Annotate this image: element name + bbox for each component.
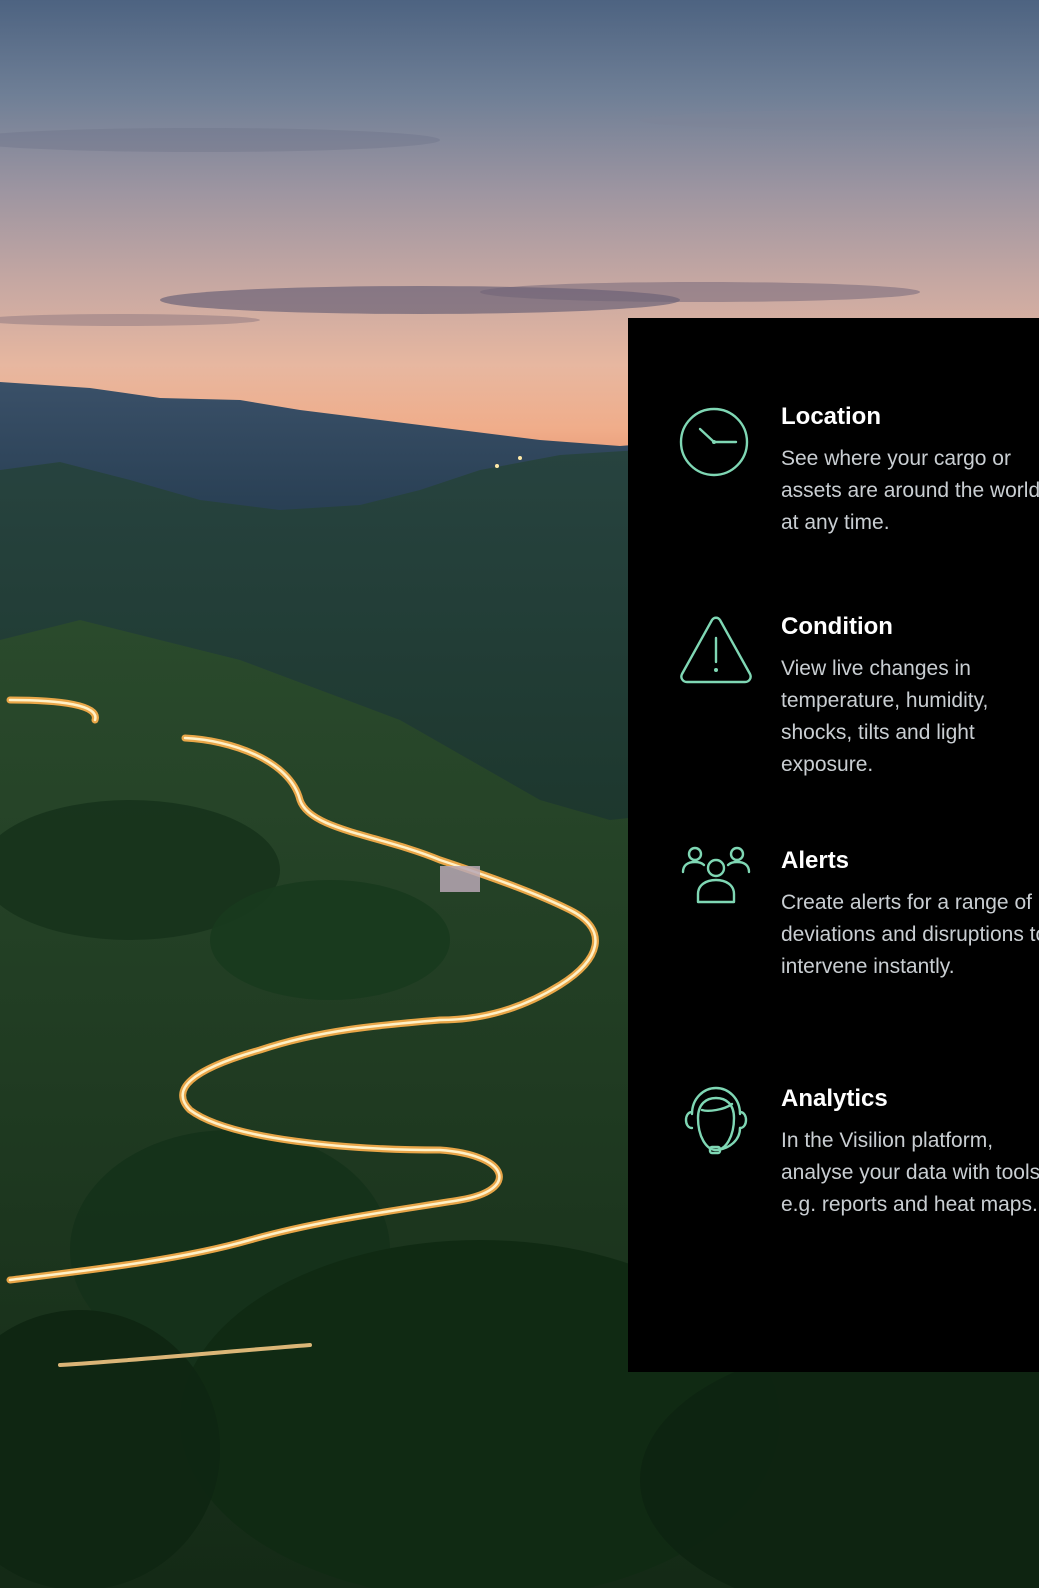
warning-triangle-icon (678, 612, 754, 688)
feature-title: Alerts (781, 847, 850, 874)
people-group-icon (678, 846, 754, 922)
feature-title: Condition (781, 613, 893, 640)
feature-title: Analytics (781, 1085, 888, 1112)
feature-title: Location (781, 403, 881, 430)
page: Location See where your cargo or assets … (0, 0, 1039, 1588)
feature-description: See where your cargo or assets are aroun… (781, 447, 1039, 534)
feature-description: In the Visilion platform, analyse your d… (781, 1129, 1039, 1216)
clock-icon (678, 402, 754, 478)
headset-agent-icon (678, 1084, 754, 1160)
features-panel: Location See where your cargo or assets … (628, 318, 1039, 1372)
feature-description: View live changes in temperature, humidi… (781, 657, 989, 776)
feature-description: Create alerts for a range of deviations … (781, 891, 1039, 978)
